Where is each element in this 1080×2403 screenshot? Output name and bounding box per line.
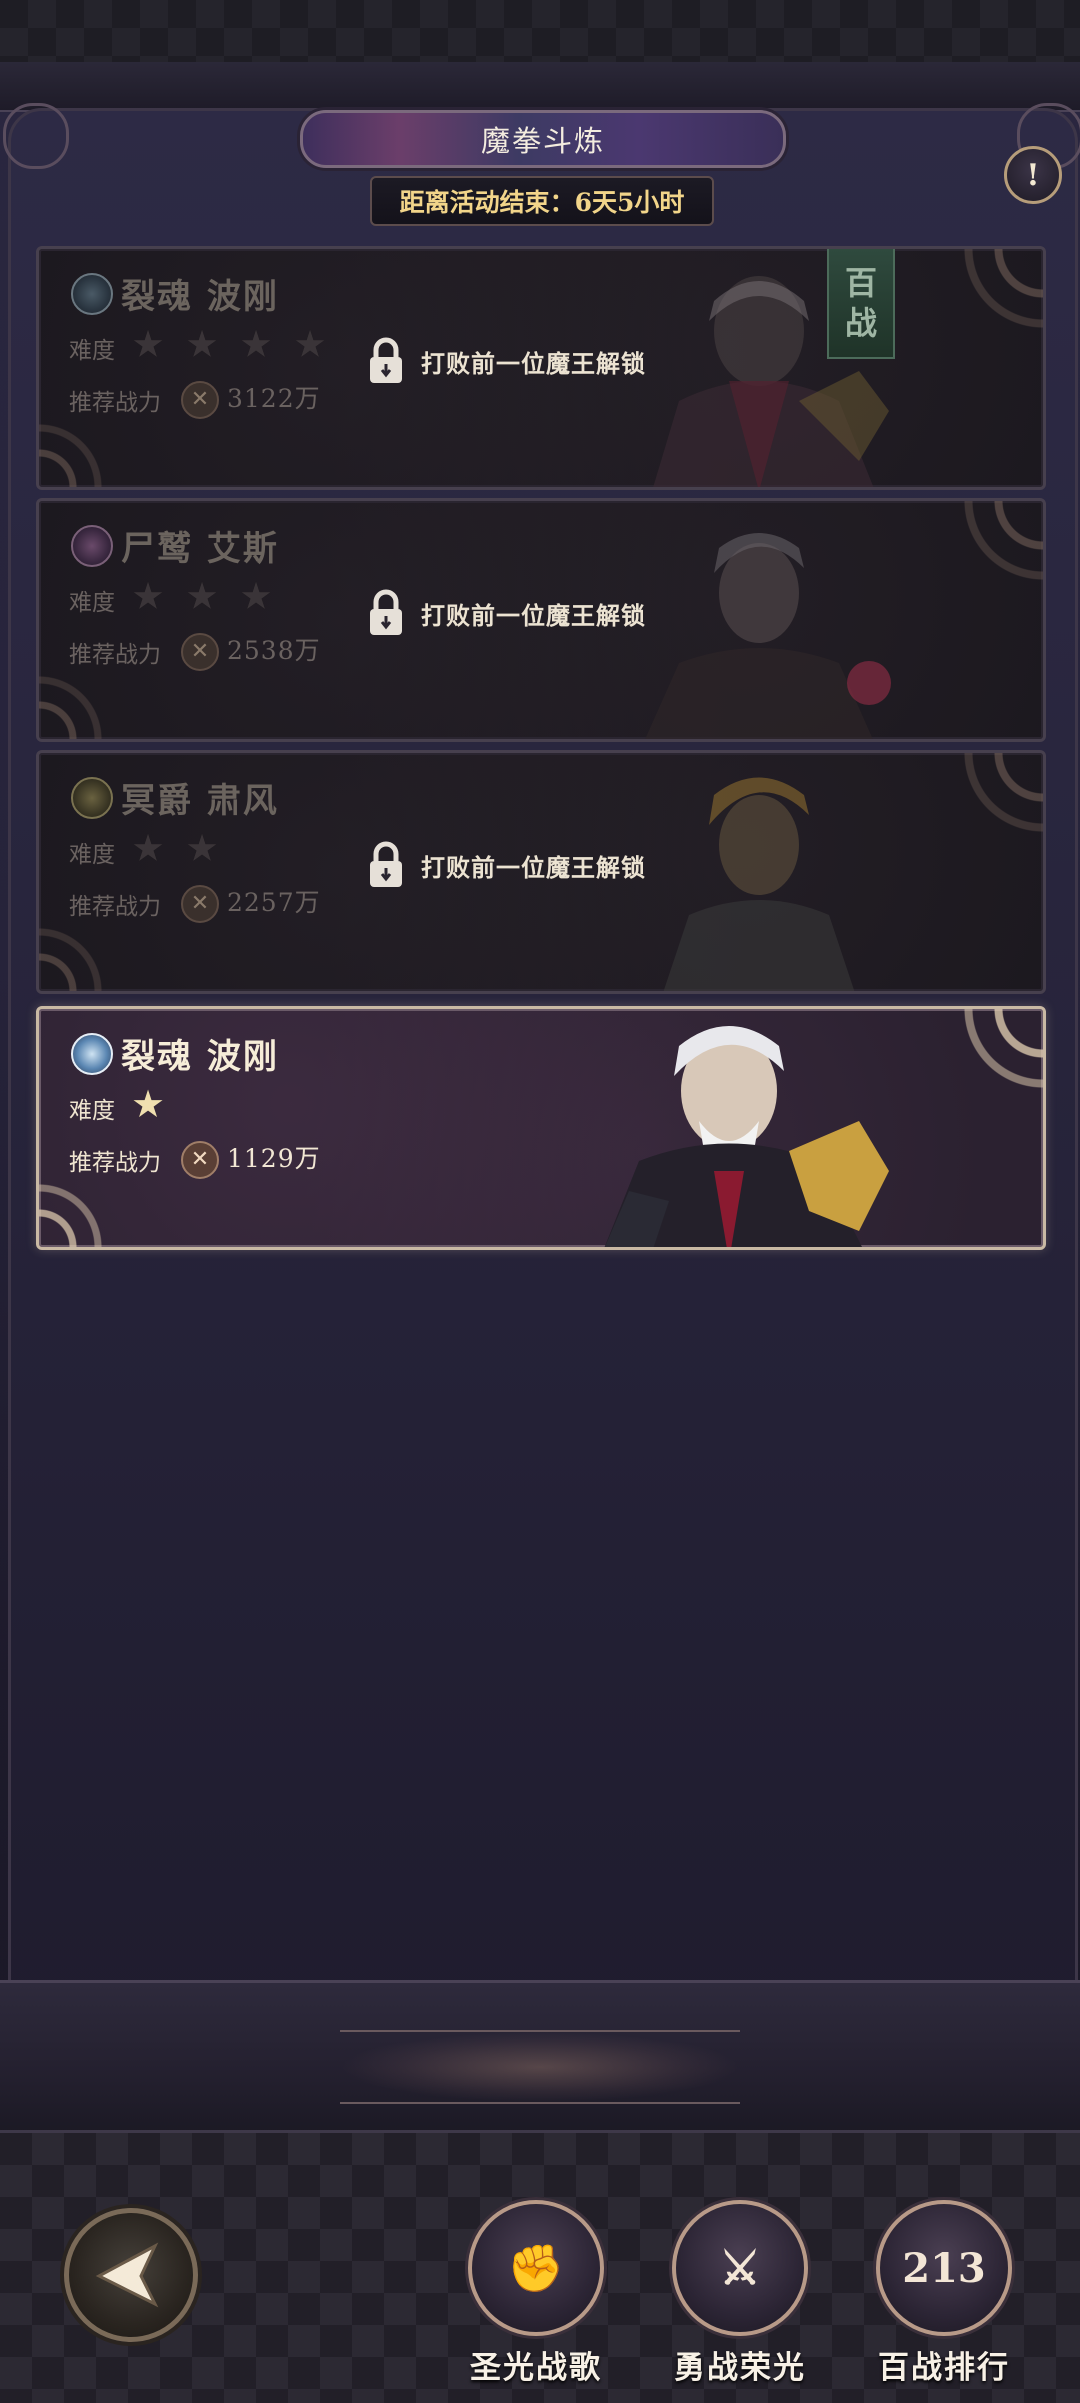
boss-card-1[interactable]: 百 战 裂魂 波刚 难度 ★ ★ ★ ★ 推荐战力 ✕ 3122万 打败前一位魔… xyxy=(36,246,1046,490)
power-label: 推荐战力 xyxy=(69,894,161,920)
lock-notice: 打败前一位魔王解锁 xyxy=(367,337,646,385)
difficulty-label: 难度 xyxy=(69,1098,115,1124)
boss-element-icon xyxy=(71,777,113,819)
star-icon: ★ xyxy=(131,826,166,870)
difficulty-stars: ★ xyxy=(131,1085,169,1123)
power-label: 推荐战力 xyxy=(69,642,161,668)
power-value: 2538万 xyxy=(227,636,321,665)
boss-card-4[interactable]: 裂魂 波刚 难度 ★ 推荐战力 ✕ 1129万 xyxy=(36,1006,1046,1250)
nav-holy-song[interactable]: ✊ 圣光战歌 xyxy=(456,2200,616,2390)
lock-text: 打败前一位魔王解锁 xyxy=(421,600,646,630)
nav-brave-glory[interactable]: ⚔ 勇战荣光 xyxy=(660,2200,820,2390)
rank-emblem-number: 213 xyxy=(902,2244,986,2292)
boss-name: 冥爵 肃风 xyxy=(121,781,279,821)
fist-emblem-icon: ✊ xyxy=(468,2200,604,2336)
crossed-swords-icon: ✕ xyxy=(181,1141,219,1179)
star-icon: ★ xyxy=(239,574,274,618)
lock-text: 打败前一位魔王解锁 xyxy=(421,852,646,882)
crossed-swords-icon: ✕ xyxy=(181,633,219,671)
lock-icon xyxy=(370,337,402,383)
boss-element-icon xyxy=(71,525,113,567)
crossed-swords-icon: ✕ xyxy=(181,381,219,419)
top-frame xyxy=(0,62,1080,112)
tag-char: 战 xyxy=(844,304,877,342)
boss-name: 裂魂 波刚 xyxy=(121,277,279,317)
crossed-swords-icon: ✕ xyxy=(181,885,219,923)
page-title: 魔拳斗炼 xyxy=(300,110,786,168)
bottom-ornament xyxy=(340,2030,740,2104)
boss-card-2[interactable]: 尸鹫 艾斯 难度 ★ ★ ★ 推荐战力 ✕ 2538万 打败前一位魔王解锁 xyxy=(36,498,1046,742)
star-icon: ★ xyxy=(185,574,220,618)
nav-label: 勇战荣光 xyxy=(674,2350,806,2386)
hundred-battle-tag: 百 战 xyxy=(827,249,895,359)
difficulty-stars: ★ ★ ★ xyxy=(131,577,277,615)
tag-char: 百 xyxy=(844,264,877,302)
boss-element-icon xyxy=(71,1033,113,1075)
star-icon: ★ xyxy=(185,826,220,870)
boss-card-3[interactable]: 冥爵 肃风 难度 ★ ★ 推荐战力 ✕ 2257万 打败前一位魔王解锁 xyxy=(36,750,1046,994)
lock-notice: 打败前一位魔王解锁 xyxy=(367,589,646,637)
difficulty-stars: ★ ★ ★ ★ xyxy=(131,325,331,363)
boss-element-icon xyxy=(71,273,113,315)
lock-text: 打败前一位魔王解锁 xyxy=(421,348,646,378)
lock-icon xyxy=(370,589,402,635)
power-value: 1129万 xyxy=(227,1144,321,1173)
boss-name: 裂魂 波刚 xyxy=(121,1037,279,1077)
nav-hundred-ranking[interactable]: 213 百战排行 xyxy=(864,2200,1024,2390)
star-icon: ★ xyxy=(131,574,166,618)
exclamation-icon: ! xyxy=(1026,157,1040,193)
star-icon: ★ xyxy=(185,322,220,366)
panel-corner-ornament xyxy=(3,103,69,169)
top-checker-bar xyxy=(0,0,1080,65)
power-label: 推荐战力 xyxy=(69,1150,161,1176)
info-button[interactable]: ! xyxy=(1004,146,1062,204)
difficulty-label: 难度 xyxy=(69,842,115,868)
power-value: 2257万 xyxy=(227,888,321,917)
boss-portrait xyxy=(604,1026,889,1247)
star-icon: ★ xyxy=(293,322,328,366)
lock-icon xyxy=(370,841,402,887)
difficulty-label: 难度 xyxy=(69,338,115,364)
star-icon: ★ xyxy=(239,322,274,366)
star-icon: ★ xyxy=(131,322,166,366)
lock-notice: 打败前一位魔王解锁 xyxy=(367,841,646,889)
difficulty-label: 难度 xyxy=(69,590,115,616)
power-label: 推荐战力 xyxy=(69,390,161,416)
power-value: 3122万 xyxy=(227,384,321,413)
star-icon: ★ xyxy=(131,1082,166,1126)
sword-wings-emblem-icon: ⚔ xyxy=(672,2200,808,2336)
boss-name: 尸鹫 艾斯 xyxy=(121,529,279,569)
back-arrow-icon xyxy=(95,2242,159,2308)
nav-label: 圣光战歌 xyxy=(470,2350,602,2386)
event-countdown: 距离活动结束：6天5小时 xyxy=(370,176,714,226)
difficulty-stars: ★ ★ xyxy=(131,829,223,867)
nav-label: 百战排行 xyxy=(878,2350,1010,2386)
back-button[interactable] xyxy=(64,2208,198,2342)
skull-rank-emblem-icon: 213 xyxy=(876,2200,1012,2336)
boss-portrait xyxy=(663,777,855,991)
